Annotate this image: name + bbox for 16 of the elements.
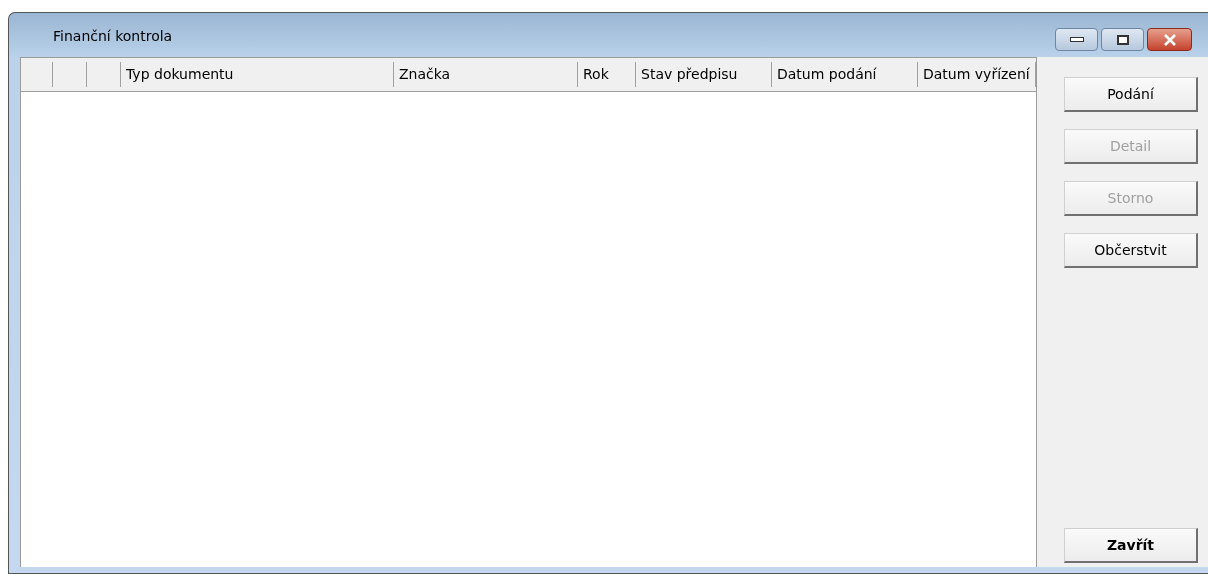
column-header[interactable]: Stav předpisu bbox=[636, 62, 772, 87]
column-header[interactable]: Značka bbox=[394, 62, 578, 87]
window-title: Finanční kontrola bbox=[53, 28, 173, 44]
maximize-icon bbox=[1116, 34, 1129, 45]
maximize-button[interactable] bbox=[1101, 28, 1144, 51]
column-header[interactable]: Rok bbox=[578, 62, 636, 87]
column-header[interactable]: Datum vyřízení bbox=[918, 62, 1036, 87]
x-icon bbox=[1161, 33, 1178, 46]
column-header[interactable]: Typ dokumentu bbox=[121, 62, 394, 87]
action-button[interactable]: Podání bbox=[1064, 77, 1198, 112]
column-header[interactable]: Datum podání bbox=[772, 62, 918, 87]
action-button[interactable]: Občerstvit bbox=[1064, 233, 1198, 268]
minimize-icon bbox=[1069, 37, 1084, 42]
close-button[interactable] bbox=[1147, 28, 1192, 51]
minimize-button[interactable] bbox=[1055, 28, 1098, 51]
action-button[interactable]: Zavřít bbox=[1064, 528, 1198, 563]
